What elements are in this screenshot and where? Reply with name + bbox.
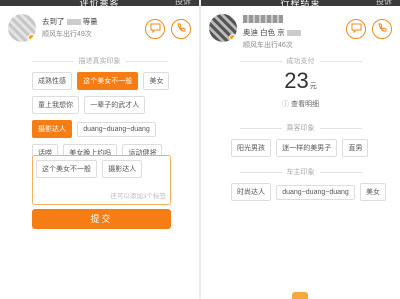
- fare-amount: 23: [284, 68, 309, 93]
- trip-info: 去到了 等量: [42, 17, 98, 26]
- title-bar: 行程结束 投诉: [201, 0, 400, 8]
- chat-icon: [150, 23, 161, 36]
- page-title: 行程结束: [280, 0, 321, 8]
- selected-tag[interactable]: 摄影达人: [102, 160, 143, 178]
- fare-display: 23元: [201, 68, 400, 94]
- verified-icon: [28, 34, 35, 41]
- driver-profile: 奥迪 白色 京 顺风车出行46次: [209, 12, 392, 49]
- trip-count: 顺风车出行49次: [42, 31, 92, 38]
- driver-name: [243, 15, 283, 23]
- impression-tag: 直男: [342, 139, 369, 157]
- tag-option-selected[interactable]: 摄影达人: [32, 120, 72, 138]
- fare-detail-link[interactable]: ⓘ 查看明细: [201, 99, 400, 109]
- tag-counter: 还可以添加3个标签: [110, 193, 166, 200]
- tag-option[interactable]: duang~duang~duang: [77, 122, 156, 137]
- chat-icon: [351, 23, 362, 36]
- title-bar: 评价乘客 投诉: [0, 0, 199, 8]
- message-button[interactable]: [145, 19, 165, 39]
- car-info: 奥迪 白色 京: [243, 27, 301, 38]
- impression-tag: 迷一样的美男子: [276, 139, 338, 157]
- tag-option-selected[interactable]: 这个美女不一般: [77, 72, 139, 90]
- phone-icon: [176, 23, 186, 36]
- info-icon: ⓘ: [282, 101, 289, 108]
- impression-tag: duang~duang~duang: [276, 185, 355, 200]
- phone-icon: [377, 23, 387, 36]
- call-button[interactable]: [171, 19, 191, 39]
- submit-button[interactable]: 提交: [32, 209, 171, 229]
- fare-unit: 元: [309, 83, 317, 90]
- complaint-link[interactable]: 投诉: [376, 0, 392, 7]
- tag-option[interactable]: 美女: [143, 72, 170, 90]
- trip-ended-screen: 行程结束 投诉 奥迪 白色 京 顺风车出行46次 成功支付 23元 ⓘ查看明细: [201, 0, 400, 299]
- page-title: 评价乘客: [79, 0, 120, 8]
- passenger-impression-title: 乘客印象: [201, 123, 400, 133]
- impression-tag: 阳光男孩: [231, 139, 271, 157]
- selected-tag[interactable]: 这个美女不一般: [36, 160, 97, 178]
- passenger-profile: 去到了 等量 顺风车出行49次: [8, 12, 191, 48]
- impression-tag: 时尚达人: [231, 183, 271, 201]
- driver-impression-tags: 时尚达人 duang~duang~duang 美女: [231, 183, 390, 207]
- passenger-impression-tags: 阳光男孩 迷一样的美男子 直男: [231, 139, 390, 163]
- avatar: [8, 14, 36, 42]
- complaint-link[interactable]: 投诉: [175, 0, 191, 7]
- rate-passenger-screen: 评价乘客 投诉 去到了 等量 顺风车出行49次 描述真实印象 成熟性感 这个美女…: [0, 0, 199, 299]
- driver-impression-title: 车主印象: [201, 167, 400, 177]
- fare-section-title: 成功支付: [201, 56, 400, 66]
- avatar: [209, 14, 237, 42]
- tag-option[interactable]: 童上我想你: [32, 96, 79, 114]
- home-indicator: [292, 292, 308, 299]
- trip-count: 顺风车出行46次: [243, 42, 293, 49]
- message-button[interactable]: [346, 19, 366, 39]
- tag-option[interactable]: 一辈子的武才人: [84, 96, 146, 114]
- impression-tags: 成熟性感 这个美女不一般 美女 童上我想你 一辈子的武才人 摄影达人 duang…: [32, 72, 189, 168]
- call-button[interactable]: [372, 19, 392, 39]
- impression-tag: 美女: [360, 183, 387, 201]
- tag-option[interactable]: 成熟性感: [32, 72, 72, 90]
- tags-section-title: 描述真实印象: [0, 56, 199, 66]
- verified-icon: [229, 34, 236, 41]
- selected-tags-input[interactable]: 这个美女不一般 摄影达人 还可以添加3个标签: [32, 155, 171, 205]
